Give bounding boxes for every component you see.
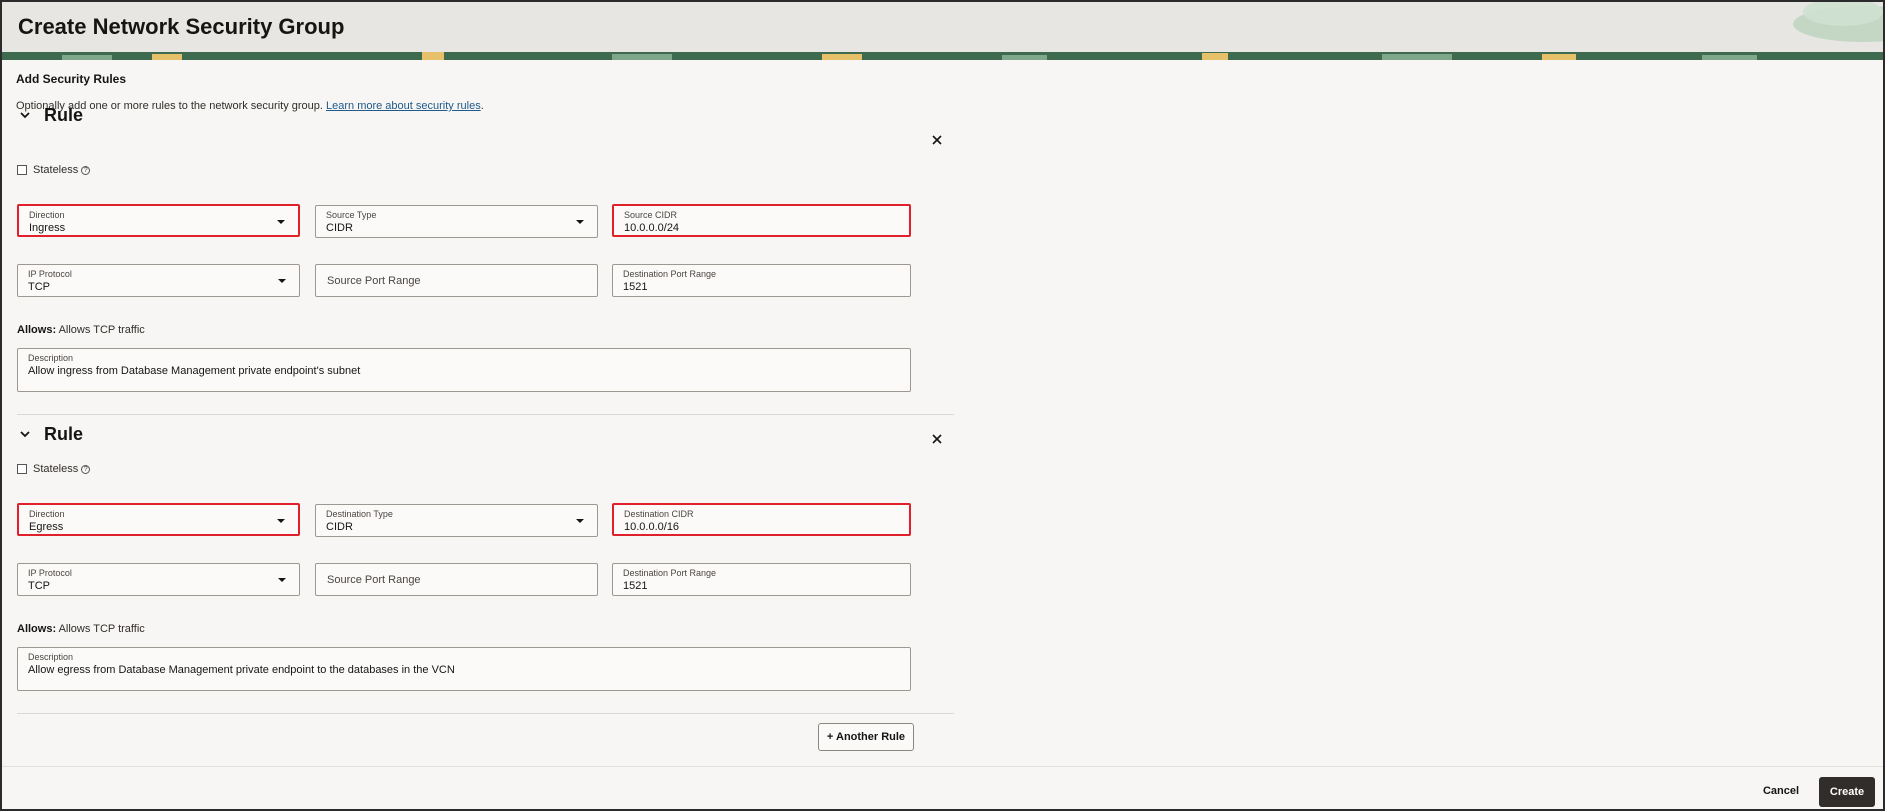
- rule-2-description-input[interactable]: Description Allow egress from Database M…: [17, 647, 911, 691]
- rule-2-allows: Allows: Allows TCP traffic: [17, 623, 145, 635]
- stateless-checkbox[interactable]: [17, 464, 27, 474]
- dest-port-label: Destination Port Range: [623, 568, 717, 578]
- caret-down-icon: [277, 519, 285, 523]
- close-icon[interactable]: [930, 432, 944, 446]
- add-another-rule-button[interactable]: + Another Rule: [818, 723, 914, 751]
- ip-protocol-label: IP Protocol: [28, 269, 72, 279]
- rule-2-destination-type-select[interactable]: Destination Type CIDR: [315, 504, 598, 537]
- destination-type-label: Destination Type: [326, 509, 393, 519]
- rule-1-ip-protocol-select[interactable]: IP Protocol TCP: [17, 264, 300, 297]
- rule-1-dest-port-input[interactable]: Destination Port Range 1521: [612, 264, 911, 297]
- rule-2-title: Rule: [44, 423, 84, 444]
- direction-value: Ingress: [29, 222, 66, 234]
- caret-down-icon: [277, 220, 285, 224]
- dialog-frame: Create Network Security Group Add Securi…: [0, 0, 1885, 811]
- help-icon[interactable]: ?: [81, 165, 91, 175]
- page-header: Create Network Security Group: [2, 2, 1883, 60]
- source-port-placeholder: Source Port Range: [327, 574, 421, 586]
- dest-port-label: Destination Port Range: [623, 269, 717, 279]
- rule-2-header[interactable]: Rule: [18, 423, 83, 445]
- allows-text: Allows TCP traffic: [58, 623, 145, 635]
- rule-divider: [17, 713, 954, 714]
- stateless-label: Stateless: [33, 164, 79, 176]
- caret-down-icon: [576, 220, 584, 224]
- rule-1-source-port-input[interactable]: Source Port Range: [315, 264, 598, 297]
- rule-1-source-type-select[interactable]: Source Type CIDR: [315, 205, 598, 238]
- chevron-down-icon[interactable]: [18, 427, 32, 441]
- stateless-label: Stateless: [33, 463, 79, 475]
- rule-1-direction-select[interactable]: Direction Ingress: [17, 204, 300, 237]
- destination-cidr-value: 10.0.0.0/16: [624, 521, 680, 533]
- stateless-checkbox[interactable]: [17, 165, 27, 175]
- learn-more-link[interactable]: Learn more about security rules: [326, 100, 481, 112]
- rule-2-destination-cidr-input[interactable]: Destination CIDR 10.0.0.0/16: [612, 503, 911, 536]
- chevron-down-icon[interactable]: [18, 108, 32, 122]
- intro-period: .: [480, 100, 484, 112]
- source-port-placeholder: Source Port Range: [327, 275, 421, 287]
- allows-label: Allows:: [17, 324, 57, 336]
- direction-label: Direction: [29, 210, 65, 220]
- dest-port-value: 1521: [623, 281, 648, 293]
- source-type-value: CIDR: [326, 222, 353, 234]
- rule-divider: [17, 414, 954, 415]
- section-title: Add Security Rules: [16, 72, 127, 86]
- allows-label: Allows:: [17, 623, 57, 635]
- rule-1-header[interactable]: Rule: [18, 104, 83, 126]
- description-value: Allow ingress from Database Management p…: [28, 365, 361, 377]
- rule-2-stateless[interactable]: Stateless ?: [17, 463, 91, 475]
- description-label: Description: [28, 652, 74, 662]
- ip-protocol-label: IP Protocol: [28, 568, 72, 578]
- description-label: Description: [28, 353, 74, 363]
- rule-2-direction-select[interactable]: Direction Egress: [17, 503, 300, 536]
- cancel-button[interactable]: Cancel: [1757, 779, 1805, 803]
- rule-2-ip-protocol-select[interactable]: IP Protocol TCP: [17, 563, 300, 596]
- destination-type-value: CIDR: [326, 521, 353, 533]
- direction-label: Direction: [29, 509, 65, 519]
- rule-1-stateless[interactable]: Stateless ?: [17, 164, 91, 176]
- intro-text: Optionally add one or more rules to the …: [16, 100, 484, 112]
- page-title: Create Network Security Group: [18, 14, 345, 39]
- source-type-label: Source Type: [326, 210, 377, 220]
- description-value: Allow egress from Database Management pr…: [28, 664, 455, 676]
- direction-value: Egress: [29, 521, 64, 533]
- source-cidr-label: Source CIDR: [624, 210, 678, 220]
- caret-down-icon: [278, 279, 286, 283]
- destination-cidr-label: Destination CIDR: [624, 509, 694, 519]
- rule-1-title: Rule: [44, 104, 84, 125]
- create-button[interactable]: Create: [1819, 777, 1875, 807]
- security-rules-section: Add Security Rules Optionally add one or…: [2, 60, 962, 760]
- help-icon[interactable]: ?: [81, 464, 91, 474]
- caret-down-icon: [576, 519, 584, 523]
- rule-1-allows: Allows: Allows TCP traffic: [17, 324, 145, 336]
- allows-text: Allows TCP traffic: [58, 324, 145, 336]
- dialog-footer: Cancel Create: [2, 766, 1883, 809]
- caret-down-icon: [278, 578, 286, 582]
- ip-protocol-value: TCP: [28, 580, 50, 592]
- source-cidr-value: 10.0.0.0/24: [624, 222, 680, 234]
- rule-1-source-cidr-input[interactable]: Source CIDR 10.0.0.0/24: [612, 204, 911, 237]
- rule-2-source-port-input[interactable]: Source Port Range: [315, 563, 598, 596]
- dest-port-value: 1521: [623, 580, 648, 592]
- header-pattern-band: [2, 52, 1883, 60]
- rule-1-description-input[interactable]: Description Allow ingress from Database …: [17, 348, 911, 392]
- ip-protocol-value: TCP: [28, 281, 50, 293]
- close-icon[interactable]: [930, 133, 944, 147]
- rule-2-dest-port-input[interactable]: Destination Port Range 1521: [612, 563, 911, 596]
